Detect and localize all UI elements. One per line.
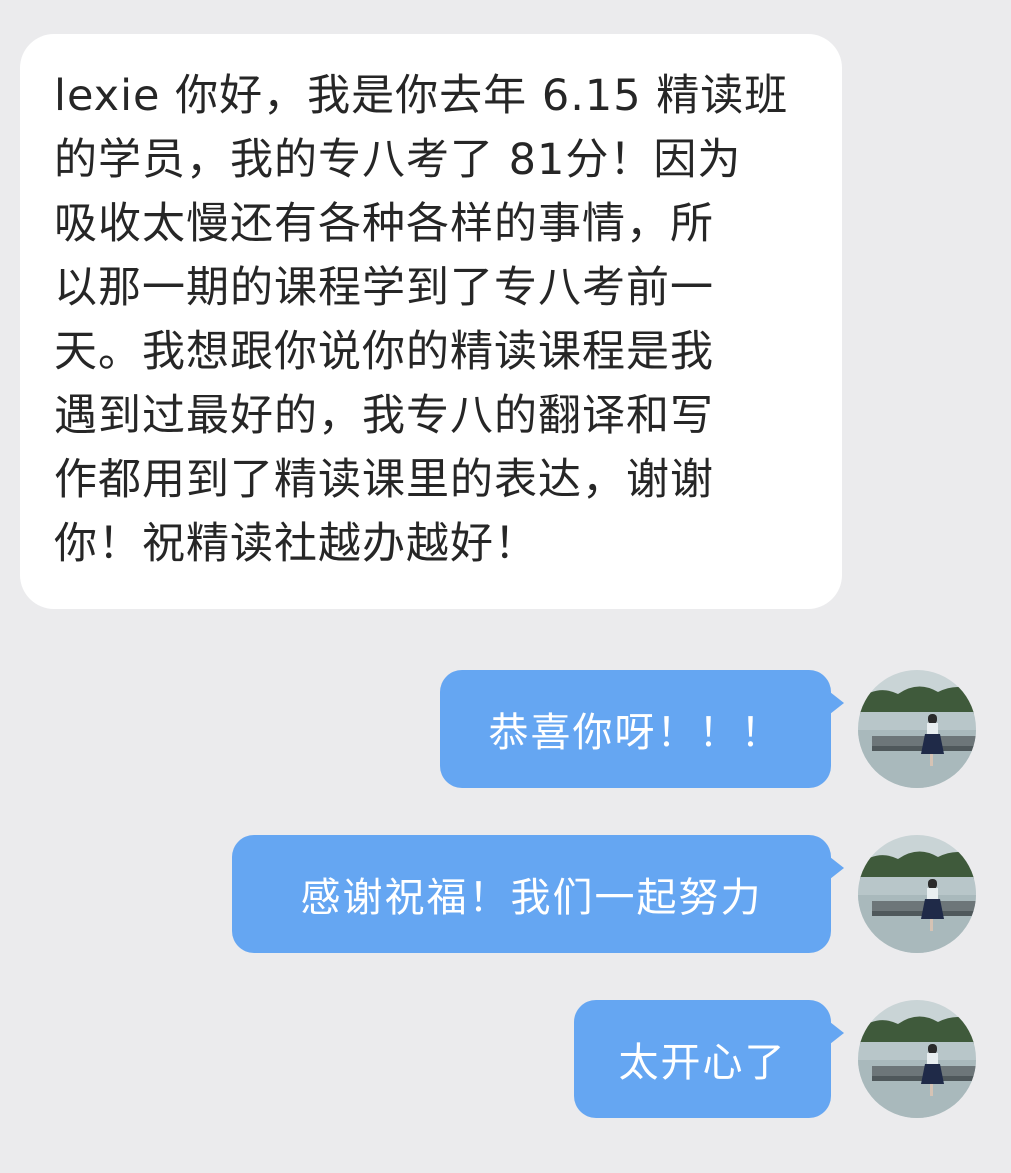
outgoing-message-text: 感谢祝福！我们一起努力: [300, 875, 763, 921]
bubble-tail: [830, 1022, 844, 1044]
user-avatar[interactable]: [858, 670, 976, 788]
avatar-photo-icon: [858, 1000, 976, 1118]
incoming-message-line: 遇到过最好的，我专八的翻译和写: [54, 391, 714, 441]
user-avatar[interactable]: [858, 835, 976, 953]
outgoing-message-text: 太开心了: [618, 1040, 787, 1086]
incoming-message-line: 天。我想跟你说你的精读课程是我: [54, 327, 714, 377]
incoming-message-line: 的学员，我的专八考了 81分！因为: [54, 135, 742, 185]
bubble-tail: [830, 857, 844, 879]
incoming-message-line: lexie 你好，我是你去年 6.15 精读班: [54, 71, 789, 121]
outgoing-message-bubble[interactable]: 感谢祝福！我们一起努力: [232, 835, 844, 953]
incoming-message-bubble[interactable]: lexie 你好，我是你去年 6.15 精读班 的学员，我的专八考了 81分！因…: [20, 34, 842, 609]
outgoing-message-text: 恭喜你呀！！！: [488, 710, 783, 756]
incoming-message-line: 以那一期的课程学到了专八考前一: [54, 263, 714, 313]
outgoing-message-bubble[interactable]: 太开心了: [574, 1000, 844, 1118]
user-avatar[interactable]: [858, 1000, 976, 1118]
incoming-message-line: 吸收太慢还有各种各样的事情，所: [54, 199, 714, 249]
outgoing-message-bubble[interactable]: 恭喜你呀！！！: [440, 670, 844, 788]
incoming-message-line: 作都用到了精读课里的表达，谢谢: [54, 455, 714, 505]
avatar-photo-icon: [858, 670, 976, 788]
bubble-tail: [830, 692, 844, 714]
incoming-message-line: 你！祝精读社越办越好！: [54, 519, 538, 569]
avatar-photo-icon: [858, 835, 976, 953]
